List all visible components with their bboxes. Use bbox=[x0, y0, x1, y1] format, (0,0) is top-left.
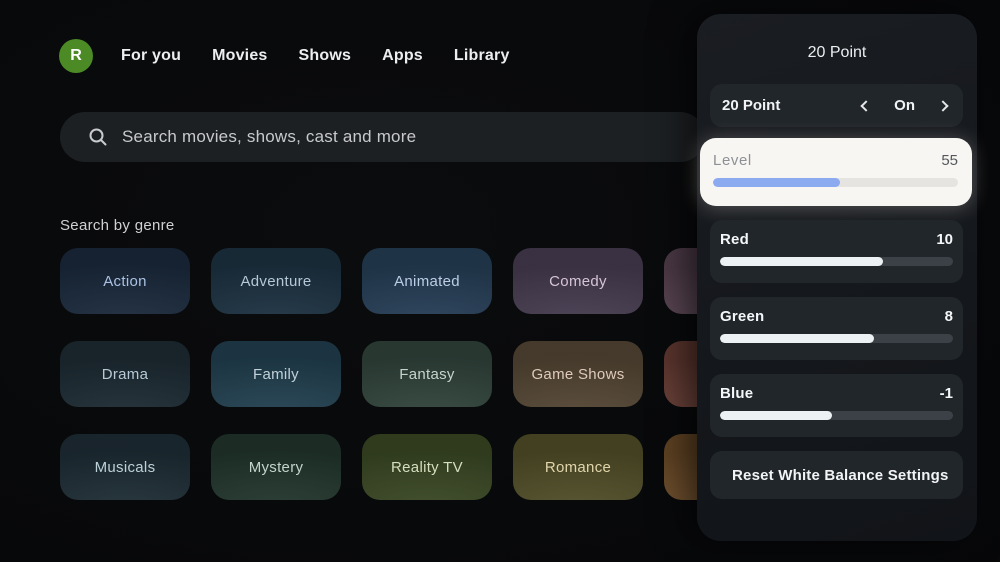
slider-label: Blue bbox=[720, 385, 754, 402]
selector-value: On bbox=[894, 97, 915, 114]
genre-tile-musicals[interactable]: Musicals bbox=[60, 434, 190, 500]
slider-card-green[interactable]: Green 8 bbox=[710, 297, 963, 360]
slider-list: Level 55 Red 10 Green 8 Blue -1 bbox=[697, 138, 977, 437]
chevron-left-icon[interactable] bbox=[860, 99, 872, 112]
slider-value: 8 bbox=[944, 308, 953, 325]
genre-tile-game-shows[interactable]: Game Shows bbox=[513, 341, 643, 407]
genre-tile-label: Family bbox=[253, 365, 299, 383]
genre-tile-label: Comedy bbox=[549, 272, 607, 290]
nav-item-apps[interactable]: Apps bbox=[382, 47, 423, 65]
genre-tile-label: Mystery bbox=[248, 458, 304, 476]
genre-tile-label: Action bbox=[103, 272, 147, 290]
slider-card-level[interactable]: Level 55 bbox=[700, 138, 972, 206]
slider-value: 10 bbox=[936, 231, 953, 248]
slider-value: 55 bbox=[941, 152, 958, 169]
genre-tile-label: Adventure bbox=[240, 272, 312, 290]
slider-header-row: Red 10 bbox=[720, 231, 953, 248]
profile-avatar[interactable]: R bbox=[59, 39, 93, 73]
slider-fill bbox=[720, 257, 884, 266]
slider-track[interactable] bbox=[720, 257, 953, 266]
slider-label: Level bbox=[713, 152, 752, 169]
avatar-letter: R bbox=[70, 47, 82, 64]
genre-tile-animated[interactable]: Animated bbox=[362, 248, 492, 314]
slider-label: Green bbox=[720, 308, 765, 325]
genre-tile-romance[interactable]: Romance bbox=[513, 434, 643, 500]
genre-tile-label: Reality TV bbox=[391, 458, 463, 476]
tv-home-screen: R For you Movies Shows Apps Library Search m… bbox=[0, 0, 1000, 562]
genre-tile-label: Game Shows bbox=[531, 365, 625, 383]
reset-label: Reset White Balance Settings bbox=[732, 466, 949, 484]
slider-header-row: Level 55 bbox=[713, 152, 958, 169]
white-balance-panel: 20 Point 20 Point On Level 55 Red 10 Green 8 B… bbox=[697, 14, 977, 541]
genre-section-title: Search by genre bbox=[60, 217, 175, 234]
genre-tile-label: Musicals bbox=[94, 458, 156, 476]
nav-menu: For you Movies Shows Apps Library bbox=[121, 47, 510, 65]
slider-header-row: Green 8 bbox=[720, 308, 953, 325]
slider-value: -1 bbox=[939, 385, 953, 402]
point-selector-row[interactable]: 20 Point On bbox=[710, 84, 963, 127]
genre-tile-fantasy[interactable]: Fantasy bbox=[362, 341, 492, 407]
genre-tile-label: Romance bbox=[544, 458, 612, 476]
nav-item-library[interactable]: Library bbox=[454, 47, 510, 65]
slider-fill bbox=[720, 411, 832, 420]
selector-controls: On bbox=[860, 97, 949, 114]
genre-grid: Action Adventure Animated Comedy Drama Family… bbox=[60, 248, 794, 500]
search-placeholder: Search movies, shows, cast and more bbox=[122, 127, 417, 146]
genre-tile-adventure[interactable]: Adventure bbox=[211, 248, 341, 314]
slider-fill bbox=[713, 178, 841, 187]
search-input[interactable]: Search movies, shows, cast and more bbox=[60, 112, 705, 162]
nav-item-shows[interactable]: Shows bbox=[299, 47, 352, 65]
panel-title: 20 Point bbox=[807, 44, 867, 61]
slider-header-row: Blue -1 bbox=[720, 385, 953, 402]
genre-tile-family[interactable]: Family bbox=[211, 341, 341, 407]
top-navigation: R For you Movies Shows Apps Library bbox=[59, 39, 510, 73]
slider-track[interactable] bbox=[713, 178, 958, 187]
slider-card-blue[interactable]: Blue -1 bbox=[710, 374, 963, 437]
genre-tile-action[interactable]: Action bbox=[60, 248, 190, 314]
nav-item-for-you[interactable]: For you bbox=[121, 47, 181, 65]
genre-tile-comedy[interactable]: Comedy bbox=[513, 248, 643, 314]
slider-fill bbox=[720, 334, 874, 343]
chevron-right-icon[interactable] bbox=[937, 99, 949, 112]
genre-tile-drama[interactable]: Drama bbox=[60, 341, 190, 407]
selector-label: 20 Point bbox=[722, 97, 781, 114]
search-icon bbox=[89, 128, 107, 146]
reset-white-balance-button[interactable]: Reset White Balance Settings bbox=[710, 451, 963, 499]
genre-tile-label: Drama bbox=[101, 365, 149, 383]
slider-track[interactable] bbox=[720, 411, 953, 420]
genre-tile-mystery[interactable]: Mystery bbox=[211, 434, 341, 500]
nav-item-movies[interactable]: Movies bbox=[212, 47, 267, 65]
slider-card-red[interactable]: Red 10 bbox=[710, 220, 963, 283]
slider-label: Red bbox=[720, 231, 749, 248]
slider-track[interactable] bbox=[720, 334, 953, 343]
genre-tile-label: Fantasy bbox=[399, 365, 455, 383]
genre-tile-reality-tv[interactable]: Reality TV bbox=[362, 434, 492, 500]
genre-tile-label: Animated bbox=[394, 272, 460, 290]
